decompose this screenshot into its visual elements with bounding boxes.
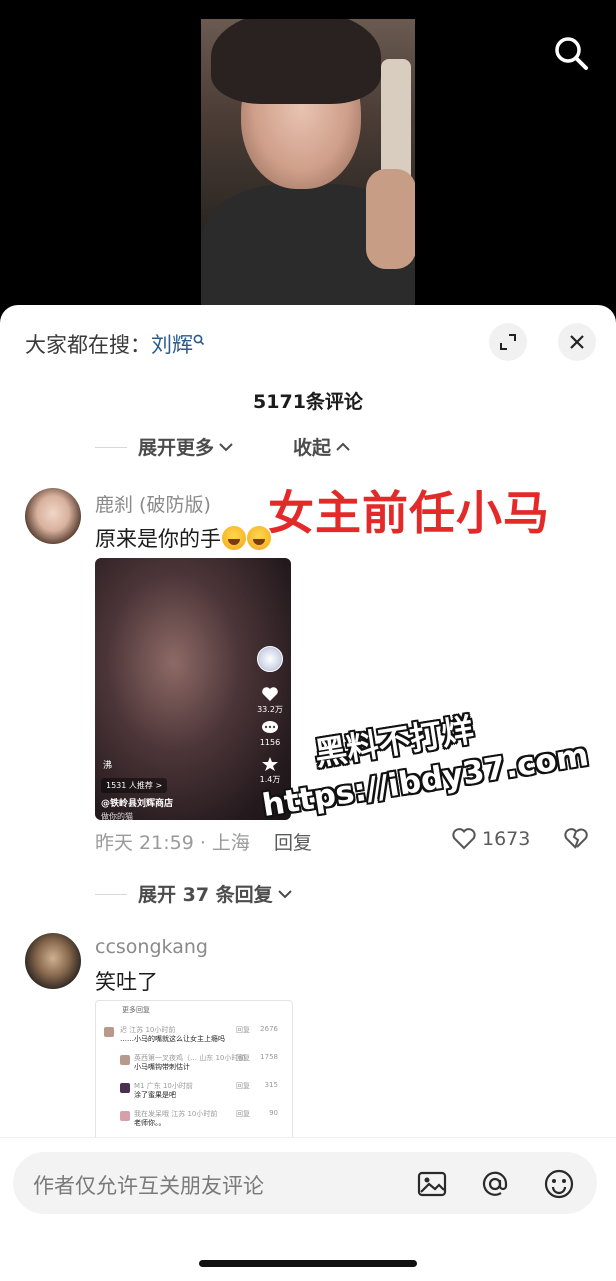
comment-bubble-icon	[262, 721, 278, 733]
close-icon	[570, 335, 584, 349]
video-like: 33.2万	[255, 686, 285, 715]
video-comment: 1156	[255, 720, 285, 747]
overlay-caption: 女主前任小马	[268, 486, 550, 540]
video-subtitle: 做你的猫	[101, 812, 133, 820]
chevron-down-icon	[277, 889, 292, 898]
heart-icon	[262, 687, 278, 701]
hot-search-keyword[interactable]: 刘辉	[151, 333, 193, 357]
divider	[95, 894, 127, 895]
screenshot-row: 迟 江苏 10小时前 ……小马的嘴就这么让女主上瘾吗 回复 2676	[104, 1025, 284, 1047]
screenshot-row-reply: 回复	[236, 1082, 250, 1090]
comment-username[interactable]: 鹿刹 (破防版)	[95, 490, 211, 517]
hot-search-link[interactable]: 大家都在搜：刘辉	[25, 329, 205, 359]
screenshot-row-text: ……小马的嘴就这么让女主上瘾吗	[120, 1035, 225, 1043]
divider	[95, 447, 127, 448]
comment-text: 原来是你的手	[95, 523, 271, 553]
video-recommend: 1531 人推荐 >	[101, 778, 168, 793]
avatar[interactable]	[25, 488, 81, 544]
video-shop: @铁岭县刘辉商店	[101, 799, 174, 809]
expand-replies-label: 展开 37 条回复	[138, 884, 273, 906]
close-button[interactable]	[558, 323, 596, 361]
like-button[interactable]: 1673	[451, 827, 530, 851]
collapse-button[interactable]: 收起	[293, 433, 351, 460]
comment-time-location: 昨天 21:59 · 上海	[95, 832, 250, 854]
comment-video-card[interactable]: 33.2万 1156 1.4万 沸 1531 人推荐 > @铁岭县刘辉商店 做你…	[95, 558, 291, 820]
fullscreen-button[interactable]	[489, 323, 527, 361]
collapse-label: 收起	[293, 437, 332, 459]
video-player[interactable]	[0, 0, 616, 320]
expand-replies-button[interactable]: 展开 37 条回复	[138, 880, 293, 907]
chevron-down-icon	[219, 442, 233, 451]
video-fav: 1.4万	[255, 756, 285, 785]
search-icon[interactable]	[552, 34, 590, 72]
screenshot-row-text: 小马嘴钩带刺估计	[134, 1063, 190, 1071]
comment-text-content: 原来是你的手	[95, 527, 221, 551]
small-search-icon	[193, 329, 205, 353]
video-mark: 沸	[103, 761, 113, 771]
video-frame	[201, 19, 415, 309]
comment-image[interactable]: 更多回复 迟 江苏 10小时前 ……小马的嘴就这么让女主上瘾吗 回复 2676 …	[95, 1000, 293, 1142]
screenshot-row-num: 1758	[260, 1053, 278, 1061]
video-like-count: 33.2万	[257, 705, 283, 714]
replies-control: 展开 37 条回复	[0, 880, 616, 910]
laughing-emoji-icon	[222, 526, 246, 550]
reply-button[interactable]: 回复	[274, 828, 312, 855]
avatar[interactable]	[25, 933, 81, 989]
star-icon	[262, 757, 278, 771]
screenshot-row: M1 广东 10小时前 涂了蜜果是吧 回复 315	[104, 1081, 284, 1103]
like-count: 1673	[482, 828, 531, 850]
comment-input-placeholder[interactable]: 作者仅允许互关朋友评论	[33, 1170, 264, 1200]
screenshot-row: 我在发呆哦 江苏 10小时前 老师你。。 回复 90	[104, 1109, 284, 1131]
emoji-icon[interactable]	[543, 1168, 575, 1200]
panel-header: 大家都在搜：刘辉	[0, 305, 616, 380]
video-fav-count: 1.4万	[259, 775, 281, 784]
screenshot-row-reply: 回复	[236, 1054, 250, 1062]
comment-text: 笑吐了	[95, 970, 158, 994]
comment-username[interactable]: ccsongkang	[95, 936, 208, 958]
screenshot-header: 更多回复	[122, 1006, 150, 1014]
screenshot-row-num: 2676	[260, 1025, 278, 1033]
expand-more-label: 展开更多	[138, 437, 215, 459]
hot-search-prefix: 大家都在搜：	[25, 333, 151, 357]
heart-outline-icon	[452, 828, 476, 850]
screenshot-row-text: 老师你。。	[134, 1119, 166, 1127]
watermark-line-1: 黑料不打烊	[312, 710, 477, 774]
watermark-line-2: https://ibdy37.com	[259, 736, 591, 825]
expand-icon	[500, 334, 516, 350]
home-indicator	[199, 1260, 417, 1267]
screenshot-row-reply: 回复	[236, 1026, 250, 1034]
screenshot-row-reply: 回复	[236, 1110, 250, 1118]
watermark: 黑料不打烊 https://ibdy37.com	[250, 682, 591, 847]
screenshot-row-text: 涂了蜜果是吧	[134, 1091, 176, 1099]
expand-more-button[interactable]: 展开更多	[138, 433, 234, 460]
screenshot-row-num: 90	[269, 1109, 278, 1117]
comment-input-bar: 作者仅允许互关朋友评论	[0, 1137, 616, 1281]
dislike-button[interactable]	[563, 827, 589, 855]
at-mention-icon[interactable]	[479, 1168, 511, 1200]
image-icon[interactable]	[416, 1168, 448, 1200]
chevron-up-icon	[336, 442, 350, 451]
comment-input[interactable]: 作者仅允许互关朋友评论	[13, 1152, 597, 1214]
comment-count: 5171条评论	[253, 391, 363, 413]
video-author-avatar	[255, 646, 285, 672]
screenshot-row-num: 315	[264, 1081, 278, 1089]
video-comment-count: 1156	[259, 738, 281, 747]
broken-heart-icon	[564, 828, 588, 849]
thread-controls: 展开更多 收起	[0, 433, 616, 463]
comment-panel: 大家都在搜：刘辉 5171条评论 展开更多 收起 鹿刹 (破防版) 原来是你的手…	[0, 305, 616, 1280]
screenshot-row: 英西第一叉夜鸡（… 山东 10小时前 小马嘴钩带刺估计 回复 1758	[104, 1053, 284, 1075]
